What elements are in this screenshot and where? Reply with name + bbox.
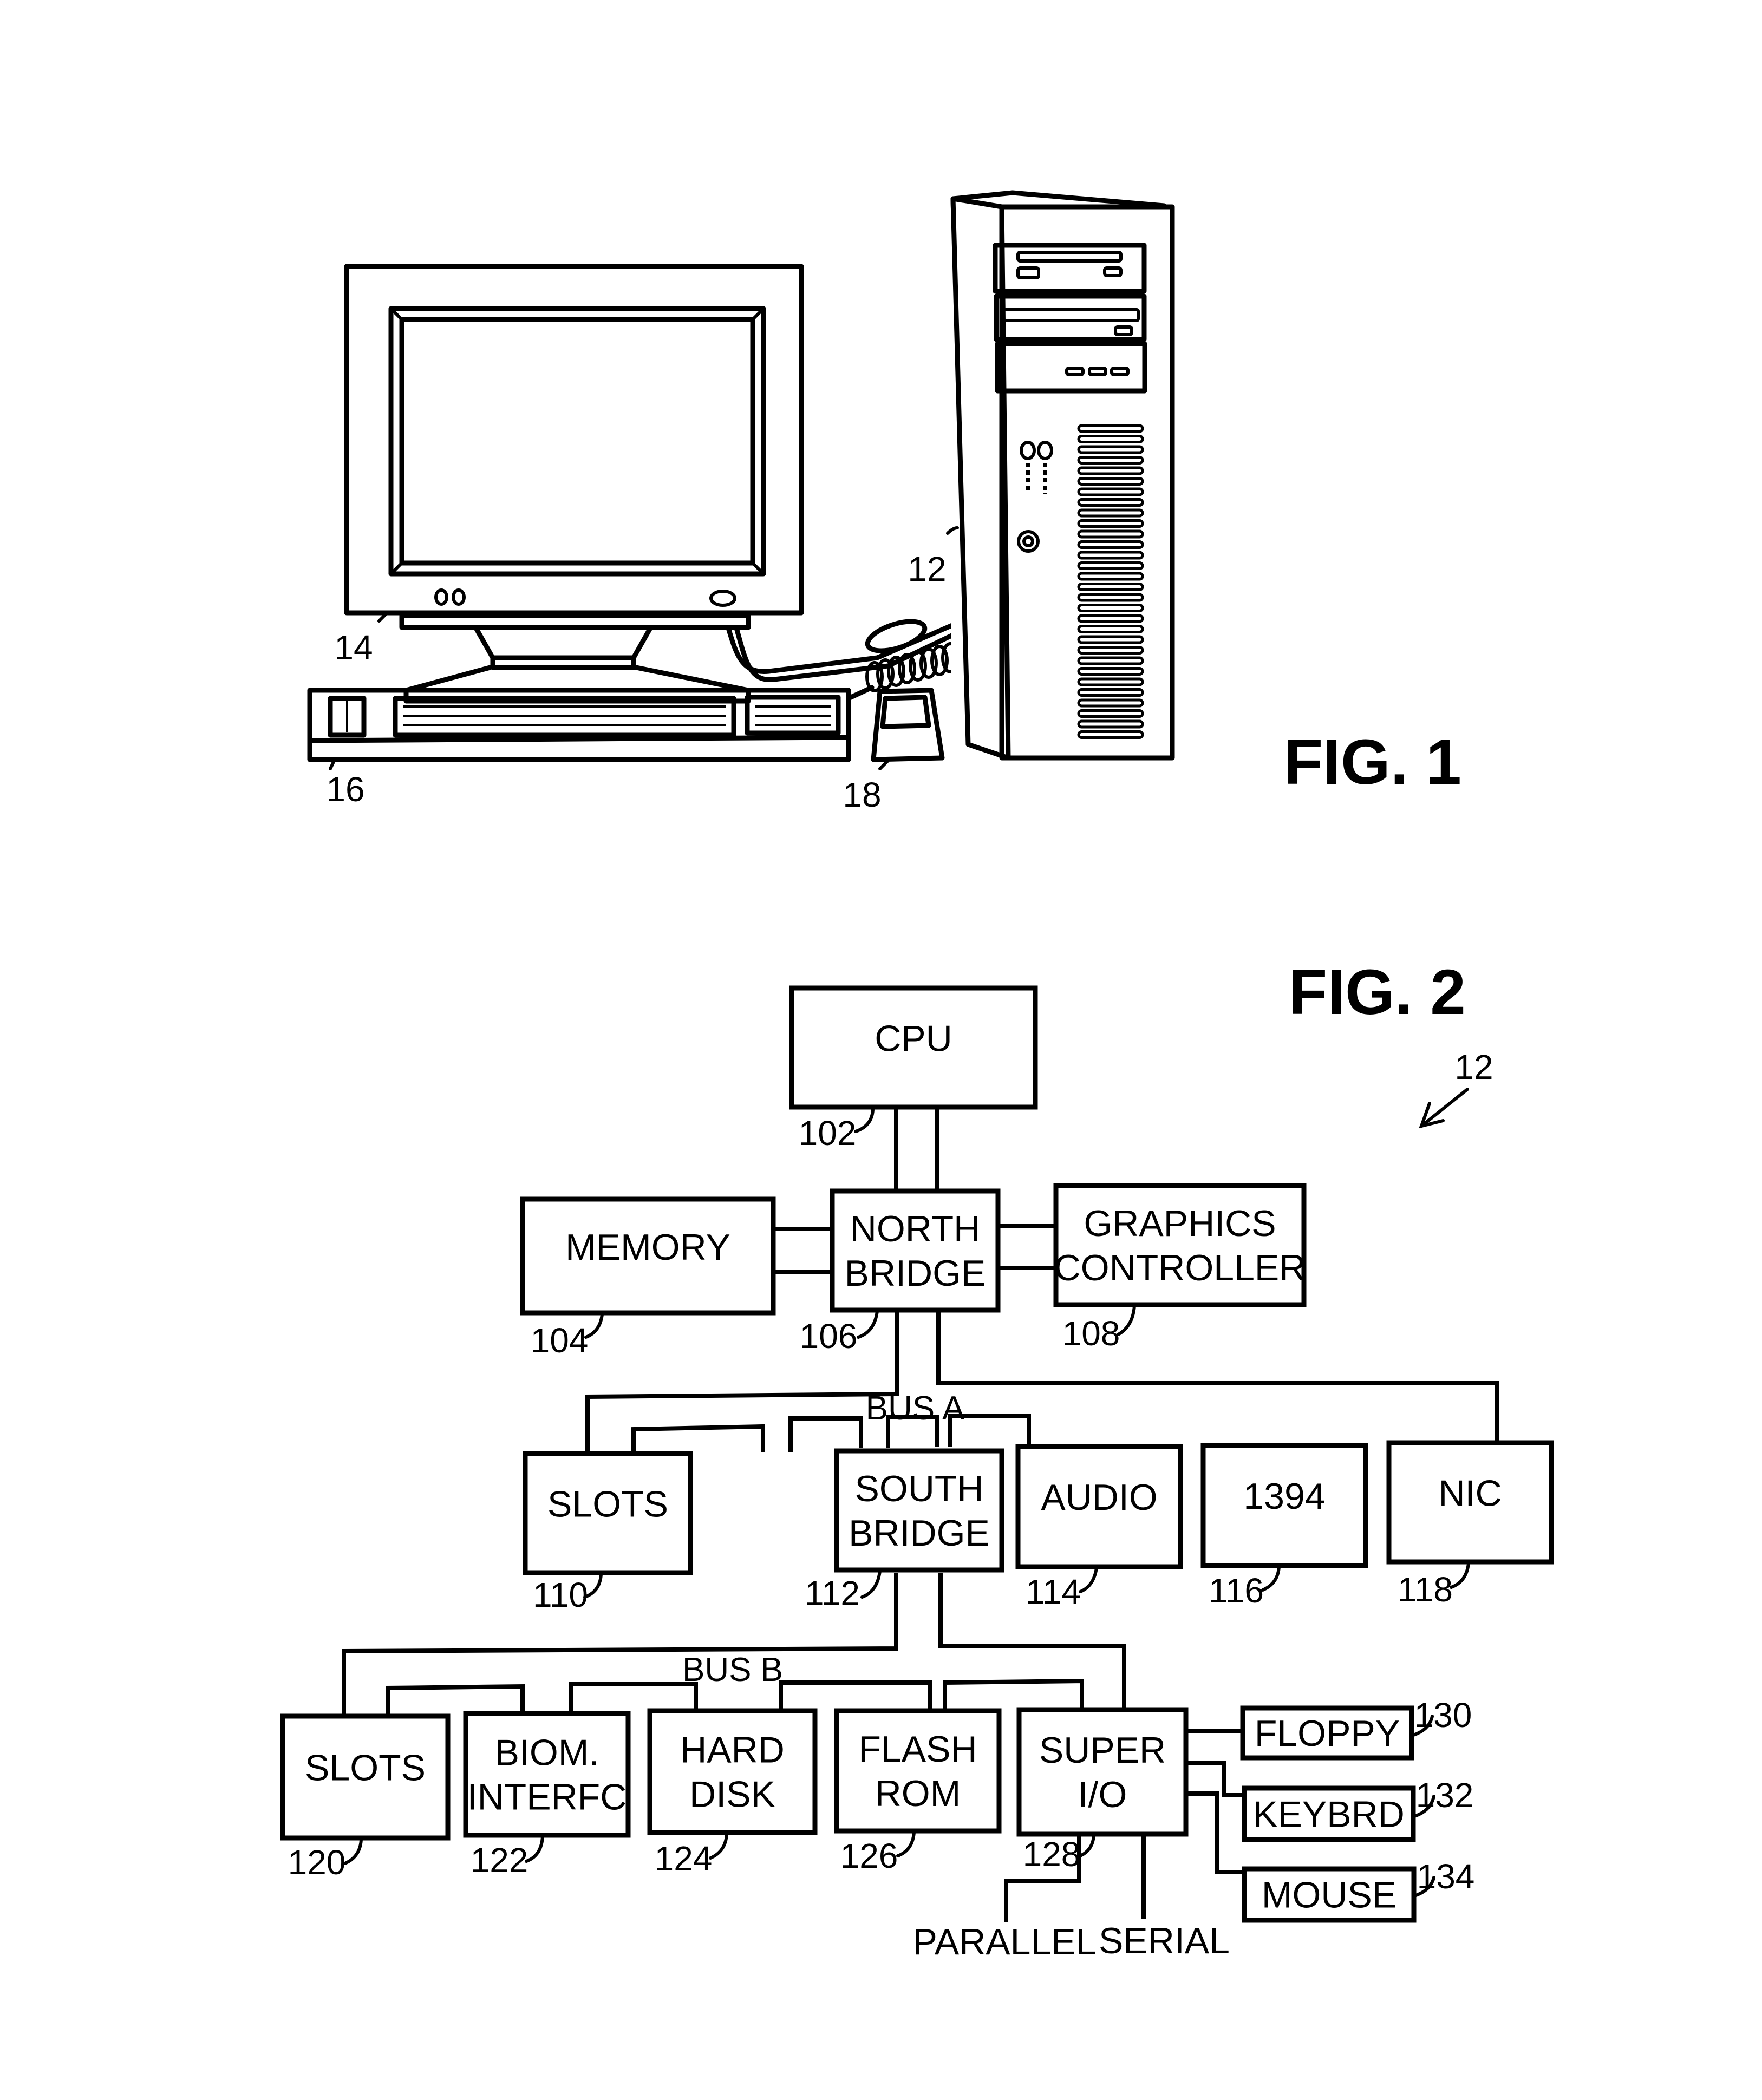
power-button-icon [709, 590, 736, 607]
south-bridge-block: SOUTHBRIDGE 112 [805, 1448, 1004, 1613]
hard-disk-block-label: DISK [689, 1774, 775, 1815]
graphics-controller-block-label: CONTROLLER [1054, 1247, 1306, 1288]
keyboard [307, 688, 851, 762]
super-io-block-label: I/O [1078, 1774, 1127, 1815]
ref-label-cpu: 102 [799, 1114, 857, 1153]
north-bridge-block-label: BRIDGE [845, 1253, 986, 1294]
graphics-controller-block-label: GRAPHICS [1084, 1203, 1276, 1244]
reference-leader [1117, 1304, 1136, 1336]
system-arrow-icon [1419, 1088, 1469, 1129]
monitor-screen [399, 317, 755, 566]
ref-label-slots-b: 120 [288, 1843, 346, 1882]
ref-label-biometric: 122 [471, 1841, 528, 1880]
ref-label-memory: 104 [531, 1321, 589, 1360]
ref-label-slots-a: 110 [533, 1575, 588, 1614]
fig1-title: FIG. 1 [1284, 727, 1461, 798]
reference-leader [860, 1569, 882, 1599]
reference-leader [709, 1833, 728, 1860]
ref-label-nic: 118 [1398, 1570, 1453, 1609]
audio-block: AUDIO 114 [1015, 1444, 1183, 1611]
monitor-bezel [388, 306, 766, 577]
floppy-block: FLOPPY 130 [1240, 1696, 1472, 1761]
monitor-stand [403, 665, 751, 693]
keyboard-block: KEYBRD 132 [1242, 1776, 1474, 1842]
reference-leader [854, 1108, 875, 1133]
ref-label-super-io: 128 [1023, 1835, 1081, 1874]
bus-a-slots-block: SLOTS 110 [523, 1451, 693, 1614]
hard-disk-block: HARDDISK 124 [647, 1708, 818, 1878]
ieee1394-block-label: 1394 [1243, 1476, 1325, 1517]
hard-disk-block-label: HARD [680, 1730, 785, 1771]
bus-a-label: BUS A [866, 1390, 965, 1427]
fig2-title: FIG. 2 [1288, 957, 1466, 1028]
monitor-neck-collar [490, 655, 636, 670]
ref-label-keyboard: 16 [326, 770, 364, 809]
parallel-port-label: PARALLEL [913, 1921, 1097, 1962]
audio-block-label: AUDIO [1041, 1477, 1157, 1518]
ref-label-hard-disk: 124 [655, 1839, 713, 1878]
ref-label-south-bridge: 112 [805, 1574, 860, 1613]
mouse-block-label: MOUSE [1262, 1875, 1396, 1916]
reference-leader [857, 1310, 879, 1339]
flash-rom-block-label: FLASH [858, 1729, 977, 1770]
super-io-block-label: SUPER [1039, 1730, 1166, 1771]
nic-block-label: NIC [1438, 1473, 1502, 1514]
ref-label-tower: 12 [908, 549, 946, 588]
reference-leader [1079, 1566, 1098, 1593]
reference-leader [584, 1313, 604, 1339]
monitor-neck [474, 626, 652, 660]
south-bridge-block-label: SOUTH [855, 1468, 984, 1509]
memory-block: MEMORY 104 [520, 1196, 776, 1360]
reference-leader [343, 1838, 363, 1865]
north-bridge-block-label: NORTH [850, 1208, 981, 1249]
mouse-button [880, 695, 931, 729]
biometric-interface-block: BIOM.INTERFC 122 [463, 1711, 631, 1880]
ref-label-keybrd: 132 [1416, 1776, 1474, 1815]
ref-label-graphics: 108 [1062, 1314, 1120, 1353]
biometric-interface-block-label: INTERFC [467, 1777, 627, 1818]
monitor-button-icon [434, 588, 448, 606]
floppy-block-label: FLOPPY [1255, 1713, 1400, 1754]
monitor-button-icon [452, 588, 466, 606]
mouse-block: MOUSE 134 [1242, 1857, 1475, 1923]
ref-label-mouse: 134 [1417, 1857, 1475, 1896]
super-io-block: SUPERI/O 128 [1016, 1707, 1189, 1874]
bus-b-label: BUS B [682, 1651, 783, 1689]
keyboard-block-label: KEYBRD [1253, 1794, 1405, 1835]
ref-label-monitor: 14 [334, 628, 373, 667]
ref-label-north-bridge: 106 [800, 1317, 858, 1356]
cpu-block-label: CPU [875, 1018, 952, 1059]
fig1-computer-system [307, 190, 1064, 762]
flash-rom-block: FLASHROM 126 [834, 1708, 1002, 1875]
ref-label-flash-rom: 126 [840, 1836, 898, 1875]
cpu-block: CPU 102 [789, 985, 1038, 1153]
bus-b-slots-block: SLOTS 120 [280, 1713, 451, 1882]
ref-label-system: 12 [1454, 1048, 1493, 1087]
serial-port-label: SERIAL [1099, 1920, 1230, 1961]
south-bridge-block-label: BRIDGE [849, 1513, 990, 1554]
reference-leader [525, 1835, 544, 1863]
super-io-block-outline [1016, 1707, 1189, 1837]
ref-label-mouse: 18 [843, 775, 881, 814]
biometric-interface-block-label: BIOM. [495, 1732, 599, 1774]
reference-leader [1261, 1565, 1281, 1592]
bus-a-slots-block-label: SLOTS [547, 1483, 668, 1525]
ref-label-audio: 114 [1026, 1572, 1081, 1611]
ref-label-ieee1394: 116 [1209, 1571, 1264, 1610]
ref-label-floppy: 130 [1414, 1696, 1472, 1735]
memory-block-label: MEMORY [565, 1227, 730, 1268]
ieee1394-block: 1394 116 [1200, 1443, 1368, 1610]
reference-leader [896, 1831, 916, 1857]
flash-rom-block-label: ROM [875, 1773, 961, 1814]
mouse [871, 688, 945, 762]
monitor-base-plate [399, 613, 751, 630]
reference-leader [1450, 1562, 1470, 1589]
patent-drawing-sheet: 12 14 16 18 FIG. 1 FIG. 2 12 CPU102MEMOR… [280, 189, 1554, 1962]
graphics-controller-block: GRAPHICSCONTROLLER 108 [1053, 1183, 1307, 1353]
nic-block: NIC 118 [1386, 1440, 1554, 1609]
bus-b-slots-block-label: SLOTS [305, 1748, 426, 1789]
